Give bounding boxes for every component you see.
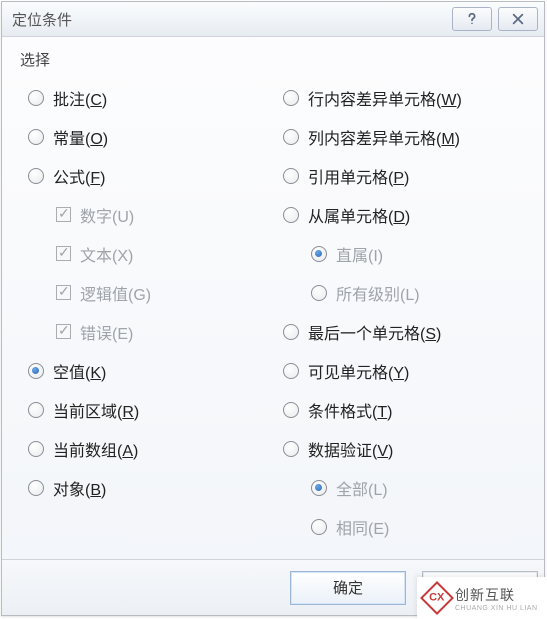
- radio-icon: [28, 363, 44, 379]
- watermark-logo-icon: CX: [420, 581, 454, 615]
- radio-icon: [28, 129, 44, 145]
- radio-option-t[interactable]: 条件格式(T): [273, 390, 528, 429]
- radio-icon: [283, 90, 299, 106]
- radio-icon: [283, 168, 299, 184]
- radio-option-b[interactable]: 对象(B): [18, 468, 273, 507]
- checkbox-option-e: 错误(E): [18, 312, 273, 351]
- radio-icon: [283, 441, 299, 457]
- radio-icon: [311, 285, 327, 301]
- radio-option-m[interactable]: 列内容差异单元格(M): [273, 117, 528, 156]
- dialog-content: 选择 批注(C) 常量(O) 公式(F) 数字(U) 文本(X) 逻辑值(G) 错误(E) 空…: [2, 37, 544, 559]
- option-label: 逻辑值(G): [80, 281, 151, 305]
- checkbox-icon: [56, 207, 71, 222]
- radio-option-a[interactable]: 当前数组(A): [18, 429, 273, 468]
- option-label: 常量(O): [53, 125, 108, 149]
- option-label: 所有级别(L): [336, 281, 420, 305]
- option-label: 公式(F): [53, 164, 105, 188]
- radio-icon: [283, 129, 299, 145]
- radio-option-l: 全部(L): [273, 468, 528, 507]
- checkbox-icon: [56, 285, 71, 300]
- titlebar: 定位条件: [2, 2, 544, 37]
- radio-icon: [283, 402, 299, 418]
- option-label: 错误(E): [80, 320, 133, 344]
- option-label: 当前区域(R): [53, 398, 139, 422]
- radio-icon: [283, 207, 299, 223]
- radio-option-w[interactable]: 行内容差异单元格(W): [273, 78, 528, 117]
- watermark-text-en: CHUANG XIN HU LIAN: [455, 605, 538, 612]
- option-label: 相同(E): [336, 515, 389, 539]
- radio-option-d[interactable]: 从属单元格(D): [273, 195, 528, 234]
- radio-option-l: 所有级别(L): [273, 273, 528, 312]
- radio-option-y[interactable]: 可见单元格(Y): [273, 351, 528, 390]
- right-column: 行内容差异单元格(W) 列内容差异单元格(M) 引用单元格(P) 从属单元格(D) 直属…: [273, 78, 528, 546]
- radio-icon: [283, 363, 299, 379]
- option-label: 从属单元格(D): [308, 203, 410, 227]
- option-label: 批注(C): [53, 86, 107, 110]
- radio-option-i: 直属(I): [273, 234, 528, 273]
- radio-icon: [28, 441, 44, 457]
- radio-option-k[interactable]: 空值(K): [18, 351, 273, 390]
- ok-button[interactable]: 确定: [290, 571, 406, 605]
- radio-icon: [28, 480, 44, 496]
- option-label: 条件格式(T): [308, 398, 392, 422]
- options-columns: 批注(C) 常量(O) 公式(F) 数字(U) 文本(X) 逻辑值(G) 错误(E) 空值(K…: [18, 78, 528, 546]
- checkbox-option-g: 逻辑值(G): [18, 273, 273, 312]
- radio-option-c[interactable]: 批注(C): [18, 78, 273, 117]
- radio-option-p[interactable]: 引用单元格(P): [273, 156, 528, 195]
- option-label: 当前数组(A): [53, 437, 138, 461]
- option-label: 对象(B): [53, 476, 106, 500]
- group-label: 选择: [18, 47, 528, 78]
- option-label: 数据验证(V): [308, 437, 393, 461]
- left-column: 批注(C) 常量(O) 公式(F) 数字(U) 文本(X) 逻辑值(G) 错误(E) 空值(K…: [18, 78, 273, 546]
- radio-icon: [311, 246, 327, 262]
- option-label: 空值(K): [53, 359, 106, 383]
- checkbox-icon: [56, 324, 71, 339]
- option-label: 可见单元格(Y): [308, 359, 409, 383]
- radio-option-v[interactable]: 数据验证(V): [273, 429, 528, 468]
- watermark: CX 创新互联 CHUANG XIN HU LIAN: [417, 577, 547, 619]
- option-label: 文本(X): [80, 242, 133, 266]
- dialog-title: 定位条件: [12, 9, 452, 30]
- help-button[interactable]: [452, 7, 492, 31]
- option-label: 直属(I): [336, 242, 383, 266]
- radio-option-o[interactable]: 常量(O): [18, 117, 273, 156]
- option-label: 引用单元格(P): [308, 164, 409, 188]
- radio-icon: [28, 168, 44, 184]
- close-button[interactable]: [498, 7, 538, 31]
- goto-special-dialog: 定位条件 选择 批注(C) 常量(O) 公式(F) 数字(U) 文本(X) 逻辑值(G) 错…: [1, 1, 545, 616]
- checkbox-option-x: 文本(X): [18, 234, 273, 273]
- radio-option-e: 相同(E): [273, 507, 528, 546]
- radio-icon: [311, 519, 327, 535]
- radio-icon: [283, 324, 299, 340]
- option-label: 行内容差异单元格(W): [308, 86, 462, 110]
- checkbox-icon: [56, 246, 71, 261]
- option-label: 全部(L): [336, 476, 388, 500]
- watermark-text-zh: 创新互联: [455, 585, 538, 605]
- option-label: 列内容差异单元格(M): [308, 125, 460, 149]
- radio-icon: [311, 480, 327, 496]
- radio-icon: [28, 402, 44, 418]
- radio-option-r[interactable]: 当前区域(R): [18, 390, 273, 429]
- radio-icon: [28, 90, 44, 106]
- radio-option-s[interactable]: 最后一个单元格(S): [273, 312, 528, 351]
- radio-option-f[interactable]: 公式(F): [18, 156, 273, 195]
- option-label: 数字(U): [80, 203, 134, 227]
- checkbox-option-u: 数字(U): [18, 195, 273, 234]
- option-label: 最后一个单元格(S): [308, 320, 441, 344]
